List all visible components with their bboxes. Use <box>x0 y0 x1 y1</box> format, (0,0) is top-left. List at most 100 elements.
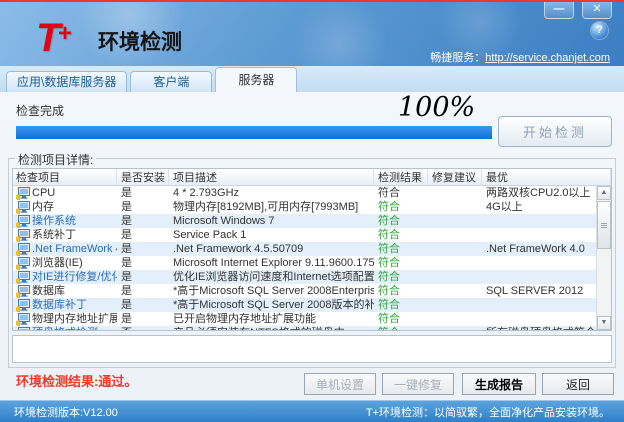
table-row[interactable]: 硬盘格式检测 否 产品必须安装在NTFS格式的磁盘中 符合 所有磁盘硬盘格式符合 <box>13 326 611 330</box>
table-header: 检查项目 是否安装 项目描述 检测结果 修复建议 最优 <box>13 169 611 186</box>
row-installed: 是 <box>121 299 132 311</box>
row-suggestion <box>428 326 482 330</box>
device-icon <box>16 270 30 284</box>
row-result: 符合 <box>378 257 400 269</box>
one-click-fix-button[interactable]: 一键修复 <box>382 373 454 395</box>
row-result: 符合 <box>378 187 400 199</box>
row-installed: 否 <box>117 326 169 330</box>
row-suggestion <box>428 242 482 256</box>
column-header-result[interactable]: 检测结果 <box>374 169 428 185</box>
scrollbar-thumb[interactable] <box>597 201 611 249</box>
row-name: CPU <box>32 187 56 199</box>
device-icon <box>16 298 30 312</box>
table-row[interactable]: 数据库 是 *高于Microsoft SQL Server 2008Enterp… <box>13 284 611 298</box>
progress-bar <box>16 126 492 139</box>
column-header-optimal[interactable]: 最优 <box>482 169 611 185</box>
row-desc: 4 * 2.793GHz <box>173 187 240 199</box>
row-installed: 是 <box>121 257 132 269</box>
row-desc: Microsoft Internet Explorer 9.11.9600.17… <box>173 257 374 269</box>
content-area: 检查完成 100% 开始检测 检测项目详情: 检查项目 是否安装 项目描述 检测… <box>0 92 624 400</box>
standalone-settings-button[interactable]: 单机设置 <box>304 373 376 395</box>
row-result: 符合 <box>378 271 400 283</box>
app-title: 环境检测 <box>98 31 182 54</box>
tab-client[interactable]: 客户端 <box>130 71 213 92</box>
row-installed: 是 <box>121 215 132 227</box>
start-detection-button[interactable]: 开始检测 <box>498 116 612 147</box>
minimize-button[interactable]: — <box>544 2 574 19</box>
tab-strip: 应用\数据库服务器 客户端 服务器 <box>0 66 624 92</box>
row-name: 数据库 <box>32 285 65 297</box>
progress-percent-label: 100% <box>398 92 476 123</box>
row-installed: 是 <box>121 243 132 255</box>
tab-server[interactable]: 服务器 <box>215 67 298 92</box>
row-installed: 是 <box>121 285 132 297</box>
table-row[interactable]: .Net FrameWork 4.0 是 .Net Framework 4.5.… <box>13 242 611 256</box>
table-row[interactable]: CPU 是 4 * 2.793GHz 符合 两路双核CPU2.0以上 <box>13 186 611 200</box>
row-desc: Microsoft Windows 7 <box>173 215 275 227</box>
service-url[interactable]: http://service.chanjet.com <box>485 52 610 64</box>
return-button[interactable]: 返回 <box>542 373 614 395</box>
row-result: 符合 <box>374 326 428 330</box>
row-installed: 是 <box>121 187 132 199</box>
detection-table: 检查项目 是否安装 项目描述 检测结果 修复建议 最优 CPU 是 4 * 2.… <box>12 168 612 331</box>
generate-report-button[interactable]: 生成报告 <box>462 373 536 395</box>
row-suggestion <box>428 284 482 298</box>
row-optimal <box>482 270 611 284</box>
row-desc: 已开启物理内存地址扩展功能 <box>173 313 316 325</box>
version-text: 环境检测版本:V12.00 <box>14 406 118 419</box>
title-bar: T+ 环境检测 — ✕ ? 畅捷服务：http://service.chanje… <box>0 0 624 66</box>
row-name: .Net FrameWork 4.0 <box>32 243 117 255</box>
column-header-installed[interactable]: 是否安装 <box>117 169 169 185</box>
device-icon <box>16 242 30 256</box>
detection-result-text: 环境检测结果:通过。 <box>16 374 138 389</box>
row-name: 浏览器(IE) <box>32 257 83 269</box>
row-desc: 产品必须安装在NTFS格式的磁盘中 <box>169 326 374 330</box>
row-name: 物理内存地址扩展 <box>32 313 117 325</box>
row-desc: *高于Microsoft SQL Server 2008版本的补丁 <box>173 299 374 311</box>
slogan-text: T+环境检测：以简驭繁，全面净化产品安装环境。 <box>365 406 610 419</box>
row-suggestion <box>428 256 482 270</box>
service-link[interactable]: 畅捷服务：http://service.chanjet.com <box>430 49 610 65</box>
column-header-item[interactable]: 检查项目 <box>13 169 117 185</box>
row-name: 操作系统 <box>32 215 76 227</box>
row-name: 内存 <box>32 201 54 213</box>
column-header-suggestion[interactable]: 修复建议 <box>428 169 482 185</box>
table-row[interactable]: 内存 是 物理内存[8192MB],可用内存[7993MB] 符合 4G以上 <box>13 200 611 214</box>
row-optimal: .Net FrameWork 4.0 <box>486 243 585 255</box>
scroll-up-icon[interactable]: ▲ <box>597 186 611 200</box>
row-result: 符合 <box>378 201 400 213</box>
help-icon[interactable]: ? <box>591 22 608 39</box>
vertical-scrollbar[interactable]: ▲ ▼ <box>596 186 611 330</box>
table-body: CPU 是 4 * 2.793GHz 符合 两路双核CPU2.0以上 内存 是 … <box>13 186 611 330</box>
row-name: 系统补丁 <box>32 229 76 241</box>
row-suggestion <box>428 298 482 312</box>
table-row[interactable]: 对IE进行修复/优化 是 优化IE浏览器访问速度和Internet选项配置 符合 <box>13 270 611 284</box>
row-name: 硬盘格式检测 <box>32 326 98 330</box>
row-optimal <box>482 256 611 270</box>
row-optimal: 4G以上 <box>486 201 523 213</box>
scroll-down-icon[interactable]: ▼ <box>597 316 611 330</box>
close-button[interactable]: ✕ <box>582 2 612 19</box>
table-row[interactable]: 数据库补丁 是 *高于Microsoft SQL Server 2008版本的补… <box>13 298 611 312</box>
check-status-label: 检查完成 <box>16 104 65 118</box>
row-suggestion <box>428 270 482 284</box>
table-row[interactable]: 浏览器(IE) 是 Microsoft Internet Explorer 9.… <box>13 256 611 270</box>
tab-app-db-server[interactable]: 应用\数据库服务器 <box>6 71 128 92</box>
device-icon <box>16 256 30 270</box>
row-optimal <box>482 298 611 312</box>
row-optimal <box>482 214 611 228</box>
table-row[interactable]: 操作系统 是 Microsoft Windows 7 符合 <box>13 214 611 228</box>
row-optimal: 所有磁盘硬盘格式符合 <box>482 326 611 330</box>
row-installed: 是 <box>121 201 132 213</box>
row-name: 数据库补丁 <box>32 299 87 311</box>
table-row[interactable]: 物理内存地址扩展 是 已开启物理内存地址扩展功能 符合 <box>13 312 611 326</box>
row-suggestion <box>428 200 482 214</box>
environment-check-window: T+ 环境检测 — ✕ ? 畅捷服务：http://service.chanje… <box>0 0 624 422</box>
table-row[interactable]: 系统补丁 是 Service Pack 1 符合 <box>13 228 611 242</box>
progress-fill <box>16 126 492 139</box>
row-installed: 是 <box>121 229 132 241</box>
row-suggestion <box>428 312 482 326</box>
message-panel <box>12 335 612 363</box>
device-icon <box>18 326 30 330</box>
column-header-description[interactable]: 项目描述 <box>169 169 374 185</box>
